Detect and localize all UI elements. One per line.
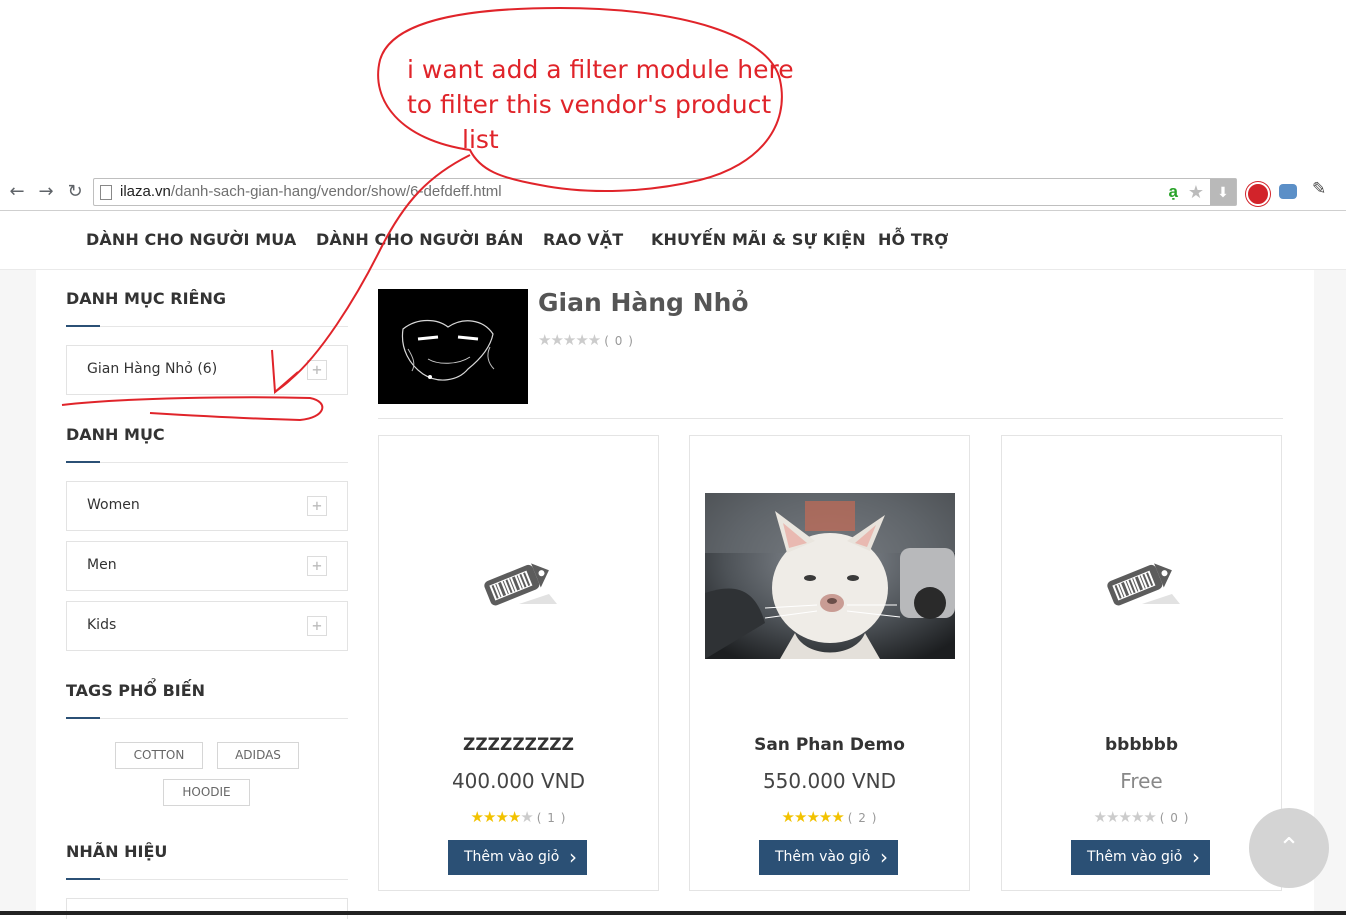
category-label: Kids — [87, 617, 117, 633]
popular-tags-title: TAGS PHỔ BIẾN — [66, 681, 206, 700]
tag-hoodie[interactable]: HOODIE — [163, 779, 250, 806]
brand-item[interactable] — [66, 898, 348, 919]
browser-toolbar: ← → ↻ ilaza.vn/danh-sach-gian-hang/vendo… — [0, 174, 1346, 211]
vendor-star-icon: ★★★★★ — [538, 331, 601, 349]
reload-icon[interactable]: ↻ — [64, 181, 86, 203]
vendor-divider — [378, 418, 1283, 419]
product-name[interactable]: ZZZZZZZZZ — [379, 735, 658, 755]
product-card[interactable]: ZZZZZZZZZ 400.000 VND ★★★★★( 1 ) Thêm và… — [378, 435, 659, 891]
expand-plus-icon[interactable]: + — [307, 616, 327, 636]
category-item-kids[interactable]: Kids + — [66, 601, 348, 651]
nav-sellers[interactable]: DÀNH CHO NGƯỜI BÁN — [316, 230, 523, 249]
cat-photo-art — [705, 493, 955, 659]
url-path: /danh-sach-gian-hang/vendor/show/6-defde… — [170, 183, 502, 200]
page-icon — [100, 185, 112, 200]
private-category-label: Gian Hàng Nhỏ (6) — [87, 361, 218, 377]
annotation-line-3: list — [462, 125, 499, 154]
star-filled-icon: ★★★★ — [470, 808, 522, 826]
private-category-rule — [66, 325, 348, 327]
brand-rule — [66, 878, 348, 880]
nav-buyers[interactable]: DÀNH CHO NGƯỜI MUA — [86, 230, 296, 249]
product-name[interactable]: bbbbbb — [1002, 735, 1281, 755]
product-price: Free — [1120, 769, 1163, 793]
product-name[interactable]: San Phan Demo — [690, 735, 969, 755]
private-category-title: DANH MỤC RIÊNG — [66, 289, 226, 308]
url-domain: ilaza.vn — [120, 183, 171, 200]
vendor-rating: ★★★★★( 0 ) — [538, 331, 634, 349]
chevron-right-icon: › — [569, 845, 577, 869]
bookmark-star-icon[interactable]: ★ — [1188, 179, 1204, 205]
star-filled-icon: ★★★★★ — [781, 808, 845, 826]
forward-icon[interactable]: → — [35, 181, 57, 203]
product-rating-count: ( 2 ) — [847, 811, 878, 825]
add-to-cart-label: Thêm vào giỏ — [464, 849, 560, 865]
annotation-line-2: to filter this vendor's product — [407, 90, 772, 119]
private-category-item[interactable]: Gian Hàng Nhỏ (6) + — [66, 345, 348, 395]
category-label: Women — [87, 497, 140, 513]
main-nav: DÀNH CHO NGƯỜI MUA DÀNH CHO NGƯỜI BÁN RA… — [0, 211, 1346, 270]
add-to-cart-button[interactable]: Thêm vào giỏ › — [1071, 840, 1210, 875]
product-price: 400.000 VND — [451, 769, 586, 793]
annotation-line-1: i want add a filter module here — [407, 55, 794, 84]
tag-cotton[interactable]: COTTON — [115, 742, 203, 769]
nav-promotions[interactable]: KHUYẾN MÃI & SỰ KIỆN — [651, 230, 866, 249]
star-empty-icon: ★ — [520, 808, 533, 826]
brand-title: NHÃN HIỆU — [66, 842, 168, 861]
vendor-logo — [378, 289, 528, 404]
product-rating-count: ( 1 ) — [536, 811, 567, 825]
product-rating: ★★★★★( 1 ) — [379, 808, 658, 826]
category-title: DANH MỤC — [66, 425, 165, 444]
camera-icon[interactable] — [1279, 184, 1297, 199]
back-icon[interactable]: ← — [6, 181, 28, 203]
expand-plus-icon[interactable]: + — [307, 496, 327, 516]
star-empty-icon: ★★★★★ — [1093, 808, 1157, 826]
product-rating: ★★★★★( 2 ) — [690, 808, 969, 826]
category-label: Men — [87, 557, 117, 573]
add-to-cart-button[interactable]: Thêm vào giỏ › — [759, 840, 898, 875]
eyedropper-icon[interactable]: ✎ — [1312, 179, 1332, 199]
vendor-rating-count: ( 0 ) — [604, 334, 634, 348]
annotation-note: i want add a filter module here to filte… — [407, 52, 794, 157]
tag-adidas[interactable]: ADIDAS — [217, 742, 299, 769]
add-to-cart-label: Thêm vào giỏ — [1087, 849, 1183, 865]
price-tag-placeholder-icon — [1107, 563, 1180, 606]
product-card[interactable]: San Phan Demo 550.000 VND ★★★★★( 2 ) Thê… — [689, 435, 970, 891]
category-rule — [66, 461, 348, 463]
back-to-top-button[interactable]: ⌃ — [1249, 808, 1329, 888]
expand-plus-icon[interactable]: + — [307, 556, 327, 576]
product-card[interactable]: bbbbbb Free ★★★★★( 0 ) Thêm vào giỏ › — [1001, 435, 1282, 891]
product-price: 550.000 VND — [762, 769, 897, 793]
vendor-name: Gian Hàng Nhỏ — [538, 288, 749, 317]
expand-plus-icon[interactable]: + — [307, 360, 327, 380]
adblock-icon[interactable] — [1246, 182, 1270, 206]
add-to-cart-button[interactable]: Thêm vào giỏ › — [448, 840, 587, 875]
add-to-cart-label: Thêm vào giỏ — [775, 849, 871, 865]
download-icon[interactable]: ⬇ — [1210, 179, 1236, 205]
vendor-logo-art — [378, 289, 528, 404]
window-bottom-edge — [0, 911, 1346, 915]
category-item-men[interactable]: Men + — [66, 541, 348, 591]
nav-classifieds[interactable]: RAO VẶT — [543, 230, 623, 249]
product-rating-count: ( 0 ) — [1159, 811, 1190, 825]
category-item-women[interactable]: Women + — [66, 481, 348, 531]
chevron-up-icon: ⌃ — [1278, 833, 1300, 863]
product-photo[interactable] — [705, 493, 955, 659]
chevron-right-icon: › — [880, 845, 888, 869]
translate-addon-icon[interactable]: ạ — [1169, 179, 1178, 205]
nav-support[interactable]: HỖ TRỢ — [878, 230, 948, 249]
product-rating: ★★★★★( 0 ) — [1002, 808, 1281, 826]
address-url: ilaza.vn/danh-sach-gian-hang/vendor/show… — [120, 179, 502, 205]
chevron-right-icon: › — [1192, 845, 1200, 869]
price-tag-placeholder-icon — [484, 563, 557, 606]
popular-tags-rule — [66, 717, 348, 719]
address-bar[interactable]: ilaza.vn/danh-sach-gian-hang/vendor/show… — [93, 178, 1237, 206]
